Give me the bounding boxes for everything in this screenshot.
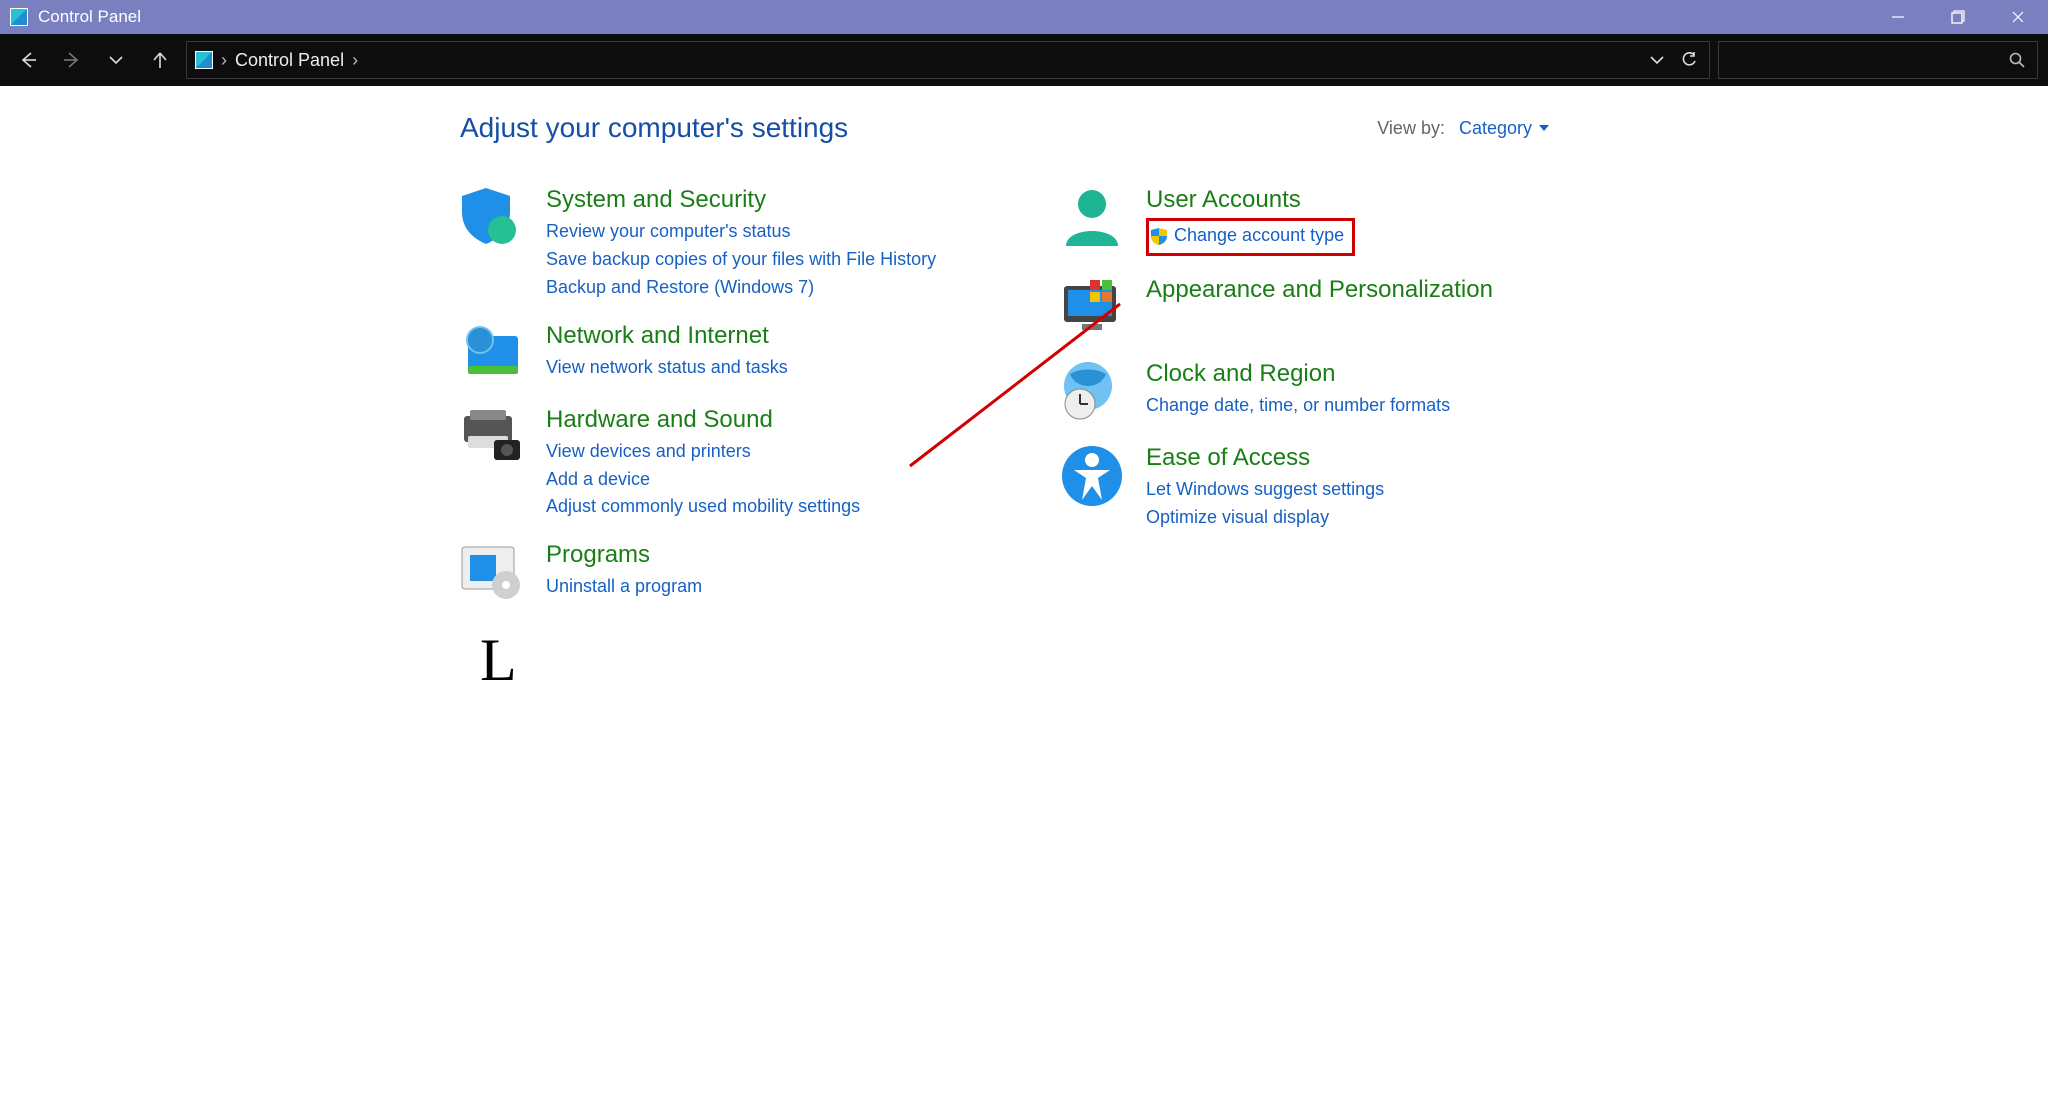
category-title[interactable]: Appearance and Personalization xyxy=(1146,276,1580,304)
category-title[interactable]: System and Security xyxy=(546,186,980,214)
link-optimize-display[interactable]: Optimize visual display xyxy=(1146,504,1580,532)
address-bar[interactable]: › Control Panel › xyxy=(186,41,1710,79)
window-title: Control Panel xyxy=(38,7,141,27)
recent-locations-button[interactable] xyxy=(98,42,134,78)
category-title[interactable]: Hardware and Sound xyxy=(546,406,980,434)
link-network-status[interactable]: View network status and tasks xyxy=(546,354,980,382)
programs-icon xyxy=(460,541,524,605)
category-hardware: Hardware and Sound View devices and prin… xyxy=(460,406,980,522)
category-title[interactable]: Ease of Access xyxy=(1146,444,1580,472)
link-add-device[interactable]: Add a device xyxy=(546,466,980,494)
search-icon xyxy=(2009,52,2025,68)
highlight-change-account-type: Change account type xyxy=(1146,218,1355,256)
category-title[interactable]: Programs xyxy=(546,541,980,569)
chevron-right-icon: › xyxy=(221,50,227,71)
view-by-control: View by: Category xyxy=(1377,118,1580,139)
breadcrumb-root[interactable]: Control Panel xyxy=(235,50,344,71)
link-backup-restore[interactable]: Backup and Restore (Windows 7) xyxy=(546,274,980,302)
page-title: Adjust your computer's settings xyxy=(460,112,848,144)
forward-button[interactable] xyxy=(54,42,90,78)
link-review-status[interactable]: Review your computer's status xyxy=(546,218,980,246)
view-by-value: Category xyxy=(1459,118,1532,139)
link-uninstall-program[interactable]: Uninstall a program xyxy=(546,573,980,601)
restore-button[interactable] xyxy=(1928,0,1988,34)
category-clock-region: Clock and Region Change date, time, or n… xyxy=(1060,360,1580,424)
navigation-bar: › Control Panel › xyxy=(0,34,2048,86)
category-programs: Programs Uninstall a program xyxy=(460,541,980,605)
category-appearance: Appearance and Personalization xyxy=(1060,276,1580,340)
link-mobility-settings[interactable]: Adjust commonly used mobility settings xyxy=(546,493,980,521)
link-text: Change account type xyxy=(1174,222,1344,250)
link-file-history[interactable]: Save backup copies of your files with Fi… xyxy=(546,246,980,274)
printer-camera-icon xyxy=(460,406,524,470)
link-change-account-type[interactable]: Change account type xyxy=(1150,222,1344,250)
globe-clock-icon xyxy=(1060,360,1124,424)
close-button[interactable] xyxy=(1988,0,2048,34)
chevron-right-icon: › xyxy=(352,50,358,71)
accessibility-icon xyxy=(1060,444,1124,508)
back-button[interactable] xyxy=(10,42,46,78)
link-devices-printers[interactable]: View devices and printers xyxy=(546,438,980,466)
control-panel-icon xyxy=(10,8,28,26)
category-system-security: System and Security Review your computer… xyxy=(460,186,980,302)
link-date-time-formats[interactable]: Change date, time, or number formats xyxy=(1146,392,1580,420)
content-area: Adjust your computer's settings View by:… xyxy=(0,86,2048,1095)
address-dropdown-button[interactable] xyxy=(1645,52,1669,68)
view-by-label: View by: xyxy=(1377,118,1445,139)
category-title[interactable]: Network and Internet xyxy=(546,322,980,350)
view-by-dropdown[interactable]: Category xyxy=(1459,118,1550,139)
shield-icon xyxy=(460,186,524,250)
up-button[interactable] xyxy=(142,42,178,78)
search-box[interactable] xyxy=(1718,41,2038,79)
control-panel-icon xyxy=(195,51,213,69)
category-ease-of-access: Ease of Access Let Windows suggest setti… xyxy=(1060,444,1580,532)
monitor-swatches-icon xyxy=(1060,276,1124,340)
minimize-button[interactable] xyxy=(1868,0,1928,34)
titlebar: Control Panel xyxy=(0,0,2048,34)
user-icon xyxy=(1060,186,1124,250)
category-network: Network and Internet View network status… xyxy=(460,322,980,386)
link-suggest-settings[interactable]: Let Windows suggest settings xyxy=(1146,476,1580,504)
uac-shield-icon xyxy=(1150,227,1168,245)
category-user-accounts: User Accounts Change account type xyxy=(1060,186,1580,256)
category-title[interactable]: User Accounts xyxy=(1146,186,1580,214)
annotation-letter: L xyxy=(480,626,517,695)
category-title[interactable]: Clock and Region xyxy=(1146,360,1580,388)
refresh-button[interactable] xyxy=(1677,52,1701,68)
globe-monitor-icon xyxy=(460,322,524,386)
